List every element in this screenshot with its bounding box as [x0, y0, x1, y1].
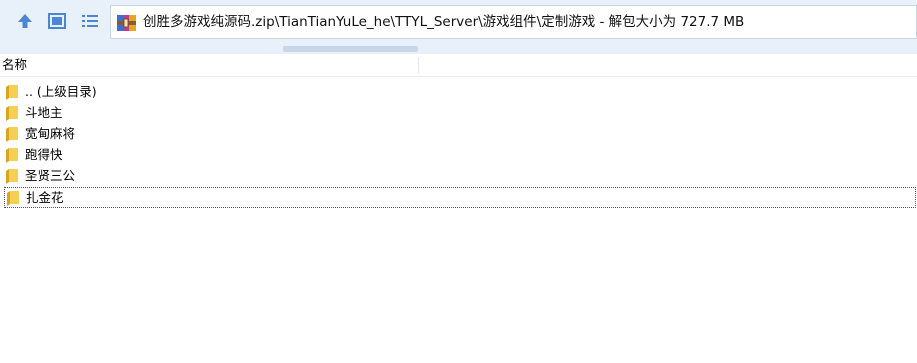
details-view-icon — [82, 15, 98, 27]
folder-icon — [6, 85, 18, 100]
folder-icon — [7, 191, 19, 206]
column-name[interactable]: 名称 — [0, 54, 418, 76]
up-button[interactable] — [11, 6, 39, 36]
winrar-archive-icon — [117, 15, 136, 31]
folder-icon — [6, 127, 18, 142]
toolbar: 创胜多游戏纯源码.zip\TianTianYuLe_he\TTYL_Server… — [0, 0, 917, 44]
folder-icon — [6, 106, 18, 121]
column-separator[interactable] — [418, 57, 419, 73]
list-item[interactable]: 圣贤三公 — [4, 166, 916, 187]
details-view-button[interactable] — [76, 6, 104, 36]
file-name: 宽甸麻将 — [25, 126, 76, 141]
file-name: 扎金花 — [26, 190, 64, 205]
folder-icon — [6, 169, 18, 184]
folder-icon — [6, 148, 18, 163]
file-name: 跑得快 — [25, 147, 63, 162]
scrollbar-thumb[interactable] — [283, 46, 418, 52]
up-arrow-icon — [18, 14, 32, 28]
file-name: 斗地主 — [25, 105, 63, 120]
list-item[interactable]: 斗地主 — [4, 103, 916, 124]
archive-path: 创胜多游戏纯源码.zip\TianTianYuLe_he\TTYL_Server… — [143, 14, 745, 30]
list-item-focused[interactable]: 扎金花 — [4, 187, 916, 208]
file-name: .. (上级目录) — [25, 84, 97, 99]
list-item[interactable]: 宽甸麻将 — [4, 124, 916, 145]
list-item[interactable]: .. (上级目录) — [4, 82, 916, 103]
column-header: 名称 — [0, 54, 917, 77]
list-item[interactable]: 跑得快 — [4, 145, 916, 166]
address-bar[interactable]: 创胜多游戏纯源码.zip\TianTianYuLe_he\TTYL_Server… — [110, 5, 917, 39]
thumbnail-view-icon — [48, 13, 66, 29]
horizontal-scrollbar[interactable] — [0, 44, 917, 54]
thumbnail-view-button[interactable] — [43, 6, 71, 36]
file-name: 圣贤三公 — [25, 168, 76, 183]
